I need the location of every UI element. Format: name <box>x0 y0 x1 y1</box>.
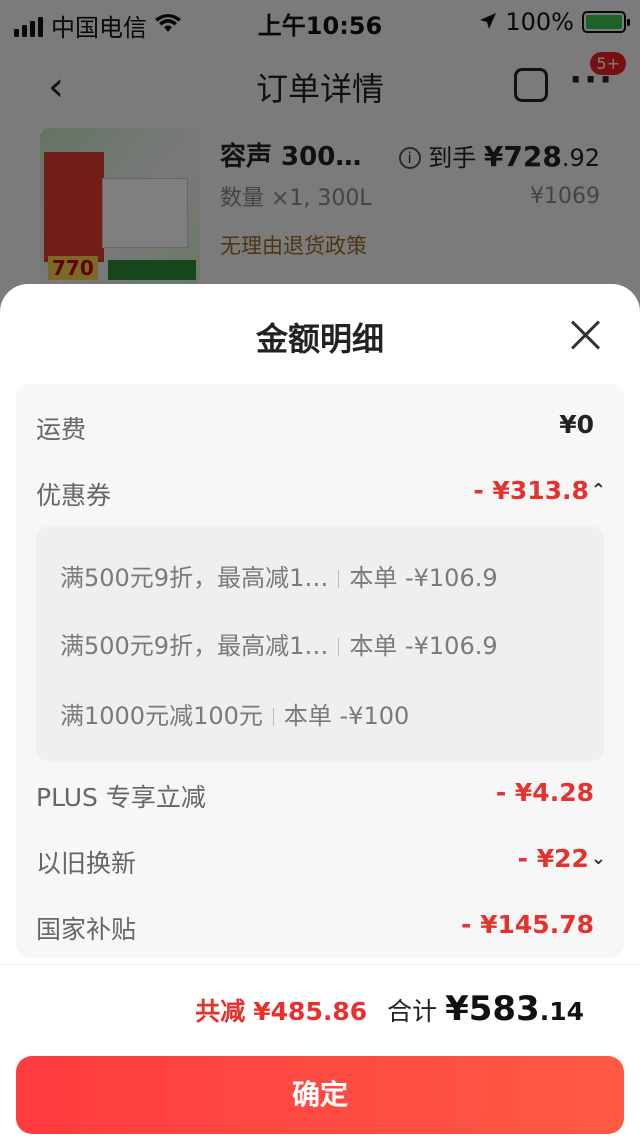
plus-discount-row: PLUS 专享立减 - ¥4.28 <box>36 774 594 814</box>
trade-in-total: - ¥22 ⌄ <box>518 844 606 873</box>
confirm-button[interactable]: 确定 <box>16 1056 624 1134</box>
coupon-amount: 本单 -¥106.9 <box>349 632 498 660</box>
trade-in-row[interactable]: 以旧换新 - ¥22 ⌄ <box>36 840 606 880</box>
shipping-label: 运费 <box>36 415 87 444</box>
coupon-item: 满1000元减100元 本单 -¥100 <box>60 696 409 736</box>
close-icon[interactable] <box>570 320 600 350</box>
subsidy-label: 国家补贴 <box>36 915 137 944</box>
subsidy-value: - ¥145.78 <box>461 910 594 939</box>
shipping-row: 运费 ¥0 <box>36 406 594 446</box>
total-amount: ¥583.14 <box>445 989 584 1029</box>
coupon-label: 优惠券 <box>36 481 112 510</box>
chevron-down-icon[interactable]: ⌄ <box>591 848 606 869</box>
coupon-desc: 满500元9折，最高减1… <box>60 632 329 660</box>
total-label: 合计 <box>387 997 438 1026</box>
coupon-row[interactable]: 优惠券 - ¥313.8 ⌃ <box>36 472 606 512</box>
coupon-divider <box>272 708 274 726</box>
amount-card: 运费 ¥0 优惠券 - ¥313.8 ⌃ 满500元9折，最高减1… 本单 -¥10… <box>16 384 624 958</box>
coupon-amount: 本单 -¥100 <box>283 702 410 730</box>
coupon-list: 满500元9折，最高减1… 本单 -¥106.9 满500元9折，最高减1… 本单 … <box>36 526 604 762</box>
coupon-value: - ¥313.8 <box>473 476 589 505</box>
amount-detail-sheet: 金额明细 运费 ¥0 优惠券 - ¥313.8 ⌃ 满500元9折，最高减1… 本单… <box>0 284 640 1136</box>
saved-value: ¥485.86 <box>253 997 368 1026</box>
chevron-up-icon[interactable]: ⌃ <box>591 480 606 501</box>
plus-discount-value: - ¥4.28 <box>495 778 594 807</box>
trade-in-label: 以旧换新 <box>36 849 137 878</box>
shipping-value: ¥0 <box>559 410 594 439</box>
total-summary: 共减 ¥485.86 合计 ¥583.14 <box>195 989 584 1029</box>
trade-in-value: - ¥22 <box>517 844 589 873</box>
saved-label: 共减 <box>195 997 246 1026</box>
coupon-item: 满500元9折，最高减1… 本单 -¥106.9 <box>60 558 498 598</box>
sheet-title: 金额明细 <box>255 320 384 358</box>
coupon-desc: 满1000元减100元 <box>60 702 263 730</box>
coupon-divider <box>338 570 340 588</box>
coupon-item: 满500元9折，最高减1… 本单 -¥106.9 <box>60 626 498 666</box>
total-footer: 共减 ¥485.86 合计 ¥583.14 <box>0 964 640 1054</box>
total-main: ¥583 <box>445 989 540 1029</box>
plus-discount-label: PLUS 专享立减 <box>36 783 206 812</box>
subsidy-row: 国家补贴 - ¥145.78 <box>36 906 594 946</box>
coupon-total: - ¥313.8 ⌃ <box>473 476 606 505</box>
coupon-desc: 满500元9折，最高减1… <box>60 564 329 592</box>
total-decimal: .14 <box>539 997 584 1026</box>
coupon-divider <box>338 638 340 656</box>
coupon-amount: 本单 -¥106.9 <box>349 564 498 592</box>
